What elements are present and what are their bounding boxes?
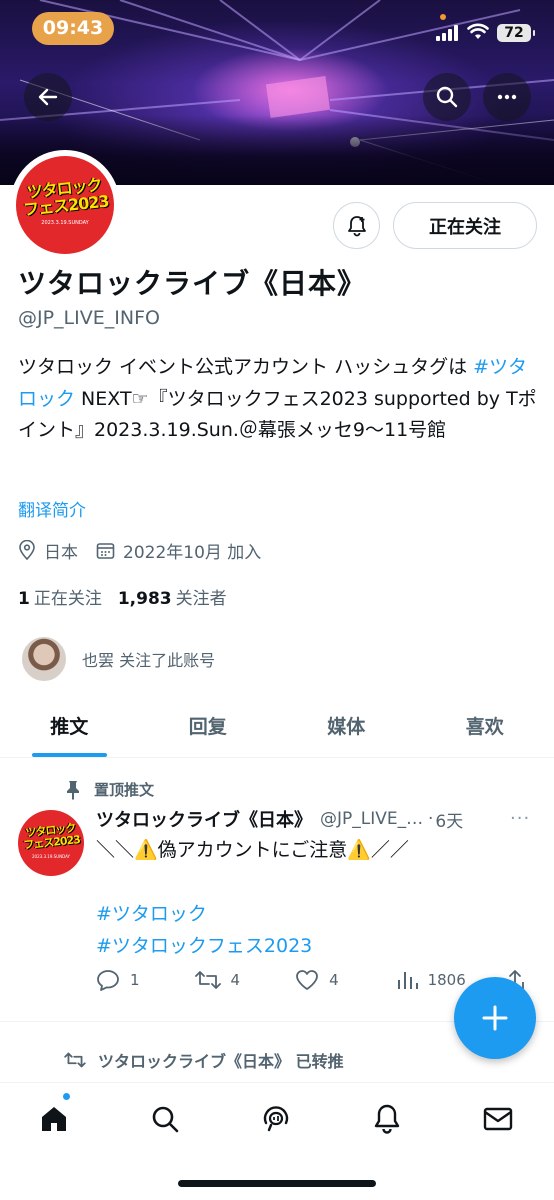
followers-count-link[interactable]: 1,983 关注者 [118, 584, 227, 609]
following-label: 正在关注 [33, 589, 102, 609]
following-count-link[interactable]: 1 正在关注 [18, 584, 102, 609]
location-pin-icon [19, 540, 35, 560]
tab-tweets[interactable]: 推文 [0, 702, 139, 757]
tab-replies[interactable]: 回复 [139, 702, 278, 757]
translate-bio-link[interactable]: 翻译简介 [18, 496, 86, 521]
tweet-author-name[interactable]: ツタロックライブ《日本》 [96, 806, 312, 832]
messages-icon [483, 1107, 513, 1131]
reply-button[interactable]: 1 [96, 969, 195, 991]
more-horizontal-icon [497, 94, 517, 100]
avatar-logo-text: ツタロック フェス2023 [16, 175, 114, 219]
cellular-signal-icon [436, 25, 458, 41]
home-indicator-bar[interactable] [178, 1180, 376, 1187]
like-button[interactable]: 4 [295, 969, 396, 991]
reply-count: 1 [130, 971, 140, 989]
profile-bio: ツタロック イベント公式アカウント ハッシュタグは #ツタロック NEXT☞『ツ… [18, 352, 538, 447]
retweet-icon [194, 971, 221, 989]
notifications-icon [374, 1104, 400, 1134]
more-options-button[interactable] [483, 73, 531, 121]
status-bar: 09:43 72 [0, 12, 554, 46]
heart-icon [296, 970, 318, 990]
pinned-label: 置顶推文 [94, 781, 155, 799]
arrow-left-icon [38, 88, 58, 106]
tweet-avatar-logo-sub: 2023.3.19.SUNDAY [32, 854, 70, 859]
search-icon [152, 1106, 179, 1133]
nav-notifications[interactable] [367, 1099, 407, 1139]
analytics-icon [397, 972, 418, 989]
nav-messages[interactable] [478, 1099, 518, 1139]
location-text: 日本 [44, 542, 78, 563]
home-unread-dot [62, 1092, 71, 1101]
tab-media[interactable]: 媒体 [277, 702, 416, 757]
privacy-indicator-dot [440, 14, 446, 20]
retweet-icon [64, 1052, 86, 1068]
search-button[interactable] [423, 73, 471, 121]
profile-meta: 日本 2022年10月 加入 [18, 538, 279, 563]
nav-spaces[interactable] [256, 1099, 296, 1139]
following-button[interactable]: 正在关注 [393, 202, 537, 249]
battery-indicator: 72 [497, 24, 535, 42]
tweet-text: ＼＼⚠️偽アカウントにご注意⚠️／／ [96, 839, 409, 861]
joined-item: 2022年10月 加入 [96, 538, 261, 563]
search-icon [436, 86, 458, 108]
nav-home[interactable] [34, 1099, 74, 1139]
retweet-count: 4 [230, 971, 241, 989]
tweet-more-button[interactable]: ··· [510, 808, 530, 829]
profile-tabs: 推文 回复 媒体 喜欢 [0, 702, 554, 758]
retweet-notice: ツタロックライブ《日本》 已转推 [64, 1048, 344, 1072]
followers-label: 关注者 [175, 589, 227, 609]
tweet-body: ＼＼⚠️偽アカウントにご注意⚠️／／ #ツタロック #ツタロックフェス2023 [96, 834, 526, 962]
notification-subscribe-button[interactable] [333, 202, 380, 249]
following-count: 1 [18, 589, 30, 609]
status-time: 09:43 [32, 12, 114, 45]
followed-by-row[interactable]: 也罢 关注了此账号 [20, 634, 215, 684]
location-item: 日本 [18, 538, 78, 563]
nav-search[interactable] [145, 1099, 185, 1139]
retweet-notice-text: ツタロックライブ《日本》 已转推 [98, 1052, 344, 1071]
avatar-logo-sub: 2023.3.19.SUNDAY [41, 220, 89, 226]
home-icon [42, 1107, 66, 1131]
plus-icon [482, 1005, 508, 1031]
tweet-author-avatar[interactable]: ツタロック フェス2023 2023.3.19.SUNDAY [18, 810, 84, 876]
followed-by-text: 也罢 关注了此账号 [82, 651, 216, 670]
tweet-timestamp[interactable]: 6天 [435, 807, 463, 832]
follower-avatar [20, 635, 68, 683]
tweet-author-handle: @JP_LIVE_INFO [320, 809, 426, 829]
pin-icon [67, 780, 79, 800]
pinned-label-row: 置顶推文 [64, 779, 154, 800]
back-button[interactable] [24, 73, 72, 121]
joined-date-text: 2022年10月 加入 [123, 542, 262, 563]
calendar-icon [96, 542, 115, 559]
wifi-icon [467, 23, 489, 39]
spaces-icon [263, 1106, 289, 1132]
bio-text-2: NEXT☞『ツタロックフェス2023 supported by Tポイント』20… [18, 387, 537, 442]
compose-tweet-button[interactable] [454, 977, 536, 1059]
view-count: 1806 [427, 971, 466, 989]
reply-icon [97, 970, 119, 991]
retweet-button[interactable]: 4 [194, 969, 296, 991]
follow-counts: 1 正在关注 1,983 关注者 [18, 584, 243, 609]
like-count: 4 [329, 971, 339, 989]
tweet-header: ツタロックライブ《日本》 @JP_LIVE_INFO · 6天 [96, 806, 536, 832]
display-name: ツタロックライブ《日本》 [18, 267, 367, 300]
tab-likes[interactable]: 喜欢 [416, 702, 554, 757]
tweet-separator: · [428, 809, 434, 829]
bell-plus-icon [347, 215, 366, 236]
followers-count: 1,983 [117, 589, 172, 609]
tweet-avatar-logo-text: ツタロック フェス2023 [18, 821, 84, 853]
avatar-logo-image: ツタロック フェス2023 2023.3.19.SUNDAY [16, 156, 114, 254]
user-handle: @JP_LIVE_INFO [18, 307, 160, 329]
bio-text-1: ツタロック イベント公式アカウント ハッシュタグは [18, 356, 474, 378]
profile-avatar[interactable]: ツタロック フェス2023 2023.3.19.SUNDAY [10, 150, 120, 260]
tweet-hashtag-2[interactable]: #ツタロックフェス2023 [96, 935, 312, 957]
tweet-hashtag-1[interactable]: #ツタロック [96, 903, 207, 925]
